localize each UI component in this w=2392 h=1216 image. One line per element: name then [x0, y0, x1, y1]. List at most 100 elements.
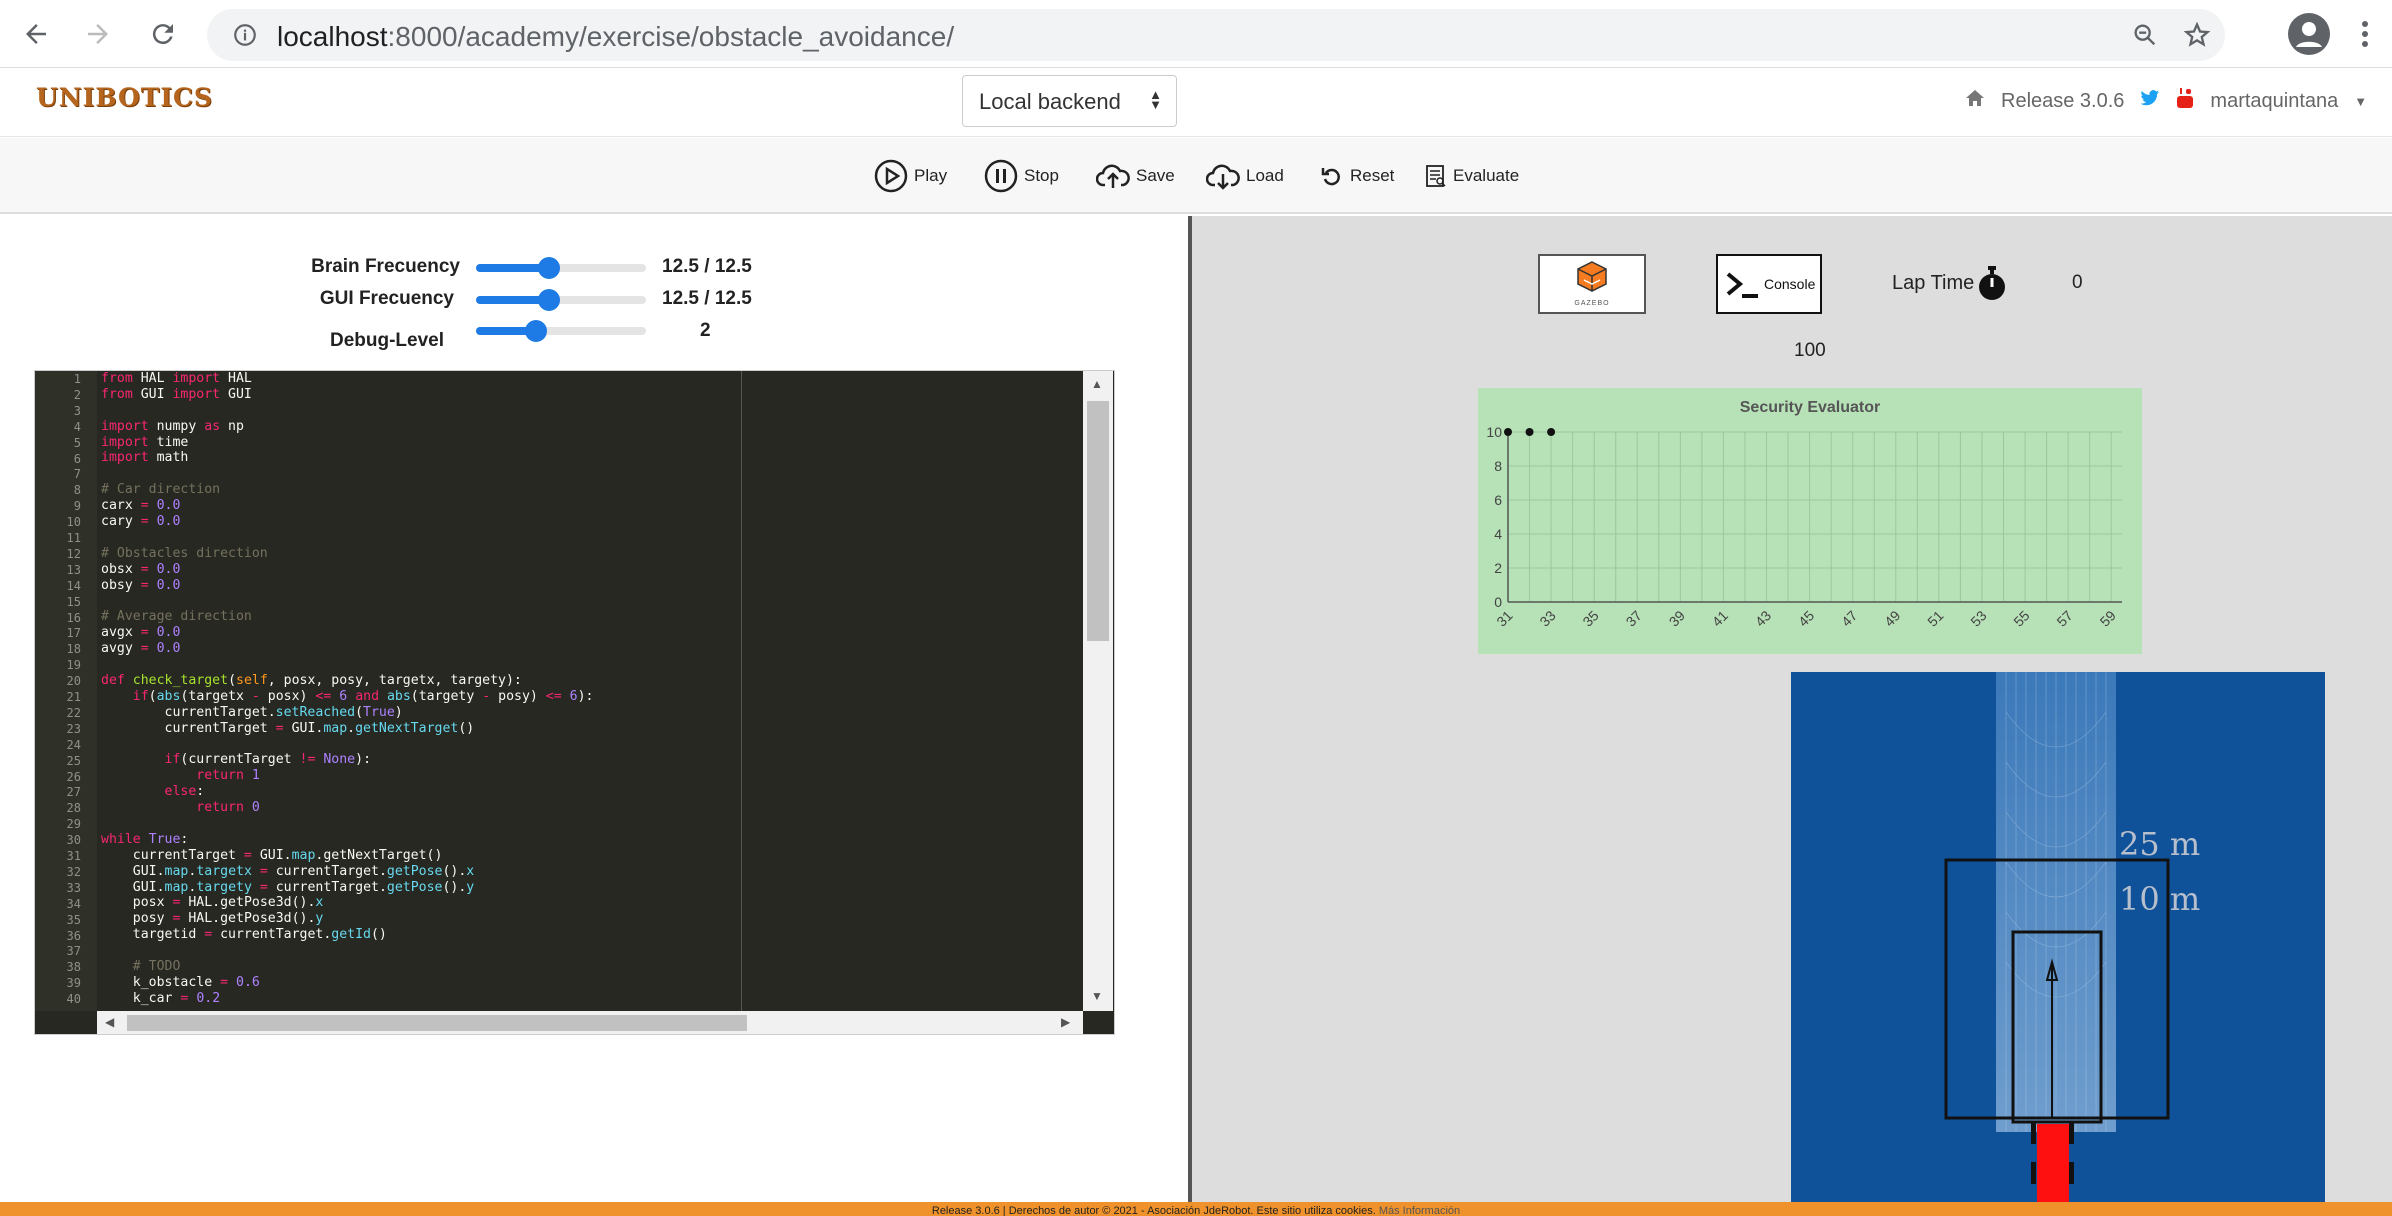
x-tick-label: 43	[1752, 607, 1774, 629]
line-number: 17	[66, 626, 81, 641]
editor-vertical-scrollbar[interactable]: ▲ ▼	[1083, 371, 1113, 1011]
load-label: Load	[1246, 166, 1284, 185]
code-editor[interactable]: 1 2 3 4 5 6 7 8 9 10 11 12 13 14 15 16 17 18 19 20 21 22 23 24 2…	[34, 370, 1115, 1035]
line-number: 13	[66, 562, 81, 577]
range-10m-label: 10 m	[2119, 880, 2200, 918]
line-number: 35	[66, 912, 81, 927]
line-number: 38	[66, 960, 81, 975]
address-bar[interactable]: localhost:8000/academy/exercise/obstacle…	[207, 9, 2225, 61]
reset-button[interactable]: Reset	[1320, 156, 1394, 196]
cloud-upload-icon	[1096, 164, 1130, 188]
user-dropdown-icon[interactable]: ▼	[2354, 94, 2367, 109]
line-number: 37	[66, 944, 81, 959]
line-number: 24	[66, 737, 81, 752]
editor-horizontal-scroll-thumb[interactable]	[127, 1015, 747, 1031]
stop-label: Stop	[1024, 166, 1059, 185]
backend-select[interactable]: Local backend ▲ ▼	[962, 75, 1177, 127]
y-tick-label: 10	[1486, 424, 1502, 440]
scroll-right-icon[interactable]: ▶	[1061, 1015, 1070, 1029]
lap-time-label: Lap Time	[1892, 272, 1975, 294]
footer-more-info-link[interactable]: Más Información	[1379, 1205, 1460, 1216]
console-button[interactable]: Console	[1716, 254, 1822, 314]
line-number: 5	[73, 435, 81, 450]
info-icon[interactable]	[227, 17, 263, 53]
line-number: 16	[66, 610, 81, 625]
line-number: 12	[66, 546, 81, 561]
editor-vertical-scroll-thumb[interactable]	[1087, 401, 1109, 641]
scroll-left-icon[interactable]: ◀	[105, 1015, 114, 1029]
car-marker	[2037, 1124, 2069, 1202]
brain-frequency-label: Brain Frecuency	[311, 256, 460, 277]
x-tick-label: 33	[1536, 607, 1558, 629]
line-number: 7	[73, 467, 81, 482]
line-number: 30	[66, 833, 81, 848]
zoom-icon[interactable]	[2127, 17, 2163, 53]
x-tick-label: 57	[2053, 607, 2075, 629]
url-text[interactable]: localhost:8000/academy/exercise/obstacle…	[277, 21, 954, 53]
visualization-panel: GAZEBO Console Lap Time 0 100 Security E…	[1192, 216, 2392, 1202]
play-button[interactable]: Play	[874, 156, 947, 196]
select-arrows-icon: ▲ ▼	[1149, 87, 1162, 112]
save-button[interactable]: Save	[1096, 156, 1175, 196]
debug-level-slider[interactable]	[476, 320, 646, 342]
chart-svg: Security Evaluator 0 2 4 6 8 10 31 33 35 37 39 41 43 4…	[1486, 399, 2122, 630]
terminal-icon	[1726, 272, 1758, 298]
x-tick-label: 51	[1924, 607, 1946, 629]
gui-frequency-slider[interactable]	[476, 289, 646, 311]
browser-menu-icon[interactable]	[2355, 14, 2375, 54]
youtube-icon[interactable]	[2176, 87, 2194, 115]
evaluate-button[interactable]: Evaluate	[1425, 156, 1519, 196]
scroll-down-icon[interactable]: ▼	[1091, 989, 1103, 1003]
line-number: 23	[66, 721, 81, 736]
line-number: 36	[66, 928, 81, 943]
y-tick-label: 8	[1494, 458, 1502, 474]
twitter-icon[interactable]	[2140, 89, 2160, 113]
gui-frequency-label: GUI Frecuency	[319, 288, 454, 309]
line-number: 19	[66, 658, 81, 673]
exercise-toolbar: Play Stop Save Load Reset Evaluate	[0, 138, 2392, 214]
profile-avatar-icon[interactable]	[2287, 12, 2331, 56]
line-number: 1	[73, 372, 81, 386]
load-button[interactable]: Load	[1206, 156, 1284, 196]
lap-time-value: 0	[2072, 272, 2083, 293]
debug-level-label: Debug-Level	[329, 330, 444, 351]
forward-icon[interactable]	[78, 14, 118, 54]
backend-select-value: Local backend	[979, 89, 1121, 114]
back-icon[interactable]	[16, 14, 56, 54]
gui-frequency-thumb[interactable]	[538, 289, 561, 311]
home-icon[interactable]	[1965, 89, 1985, 113]
evaluate-icon	[1426, 165, 1446, 187]
security-evaluator-chart: Security Evaluator 0 2 4 6 8 10 31 33 35 37 39 41 43 4…	[1478, 388, 2142, 654]
x-tick-label: 35	[1579, 607, 1601, 629]
line-number: 8	[73, 483, 81, 498]
reload-icon[interactable]	[143, 14, 183, 54]
username-text[interactable]: martaquintana	[2210, 90, 2338, 113]
line-number: 40	[66, 992, 81, 1007]
line-number: 33	[66, 880, 81, 895]
app-header: UNIBOTICS Local backend ▲ ▼ Release 3.0.6…	[0, 69, 2392, 137]
unibotics-logo[interactable]: UNIBOTICS	[36, 83, 213, 112]
console-label: Console	[1764, 276, 1816, 292]
bookmark-star-icon[interactable]	[2179, 17, 2215, 53]
code-content[interactable]: from HAL import HAL from GUI import GUI i…	[101, 371, 1111, 1011]
y-tick-label: 0	[1494, 594, 1502, 610]
brain-frequency-slider[interactable]	[476, 257, 646, 279]
editor-horizontal-scrollbar[interactable]: ◀ ▶	[97, 1011, 1083, 1034]
debug-level-value: 2	[700, 320, 711, 341]
reset-icon	[1321, 168, 1340, 186]
reset-label: Reset	[1350, 166, 1395, 185]
data-point	[1504, 428, 1512, 436]
line-number: 22	[66, 705, 81, 720]
debug-level-thumb[interactable]	[524, 320, 547, 342]
pause-icon	[984, 159, 1018, 193]
laser-visualization: 25 m 10 m	[1791, 672, 2325, 1202]
x-tick-label: 31	[1493, 607, 1515, 629]
line-number: 25	[66, 753, 81, 768]
brain-frequency-thumb[interactable]	[538, 257, 561, 279]
cloud-download-icon	[1206, 164, 1240, 190]
x-tick-label: 49	[1881, 607, 1903, 629]
scroll-up-icon[interactable]: ▲	[1091, 377, 1103, 391]
header-right: Release 3.0.6 martaquintana ▼	[1965, 87, 2367, 115]
gazebo-button[interactable]: GAZEBO	[1538, 254, 1646, 314]
stop-button[interactable]: Stop	[984, 156, 1059, 196]
